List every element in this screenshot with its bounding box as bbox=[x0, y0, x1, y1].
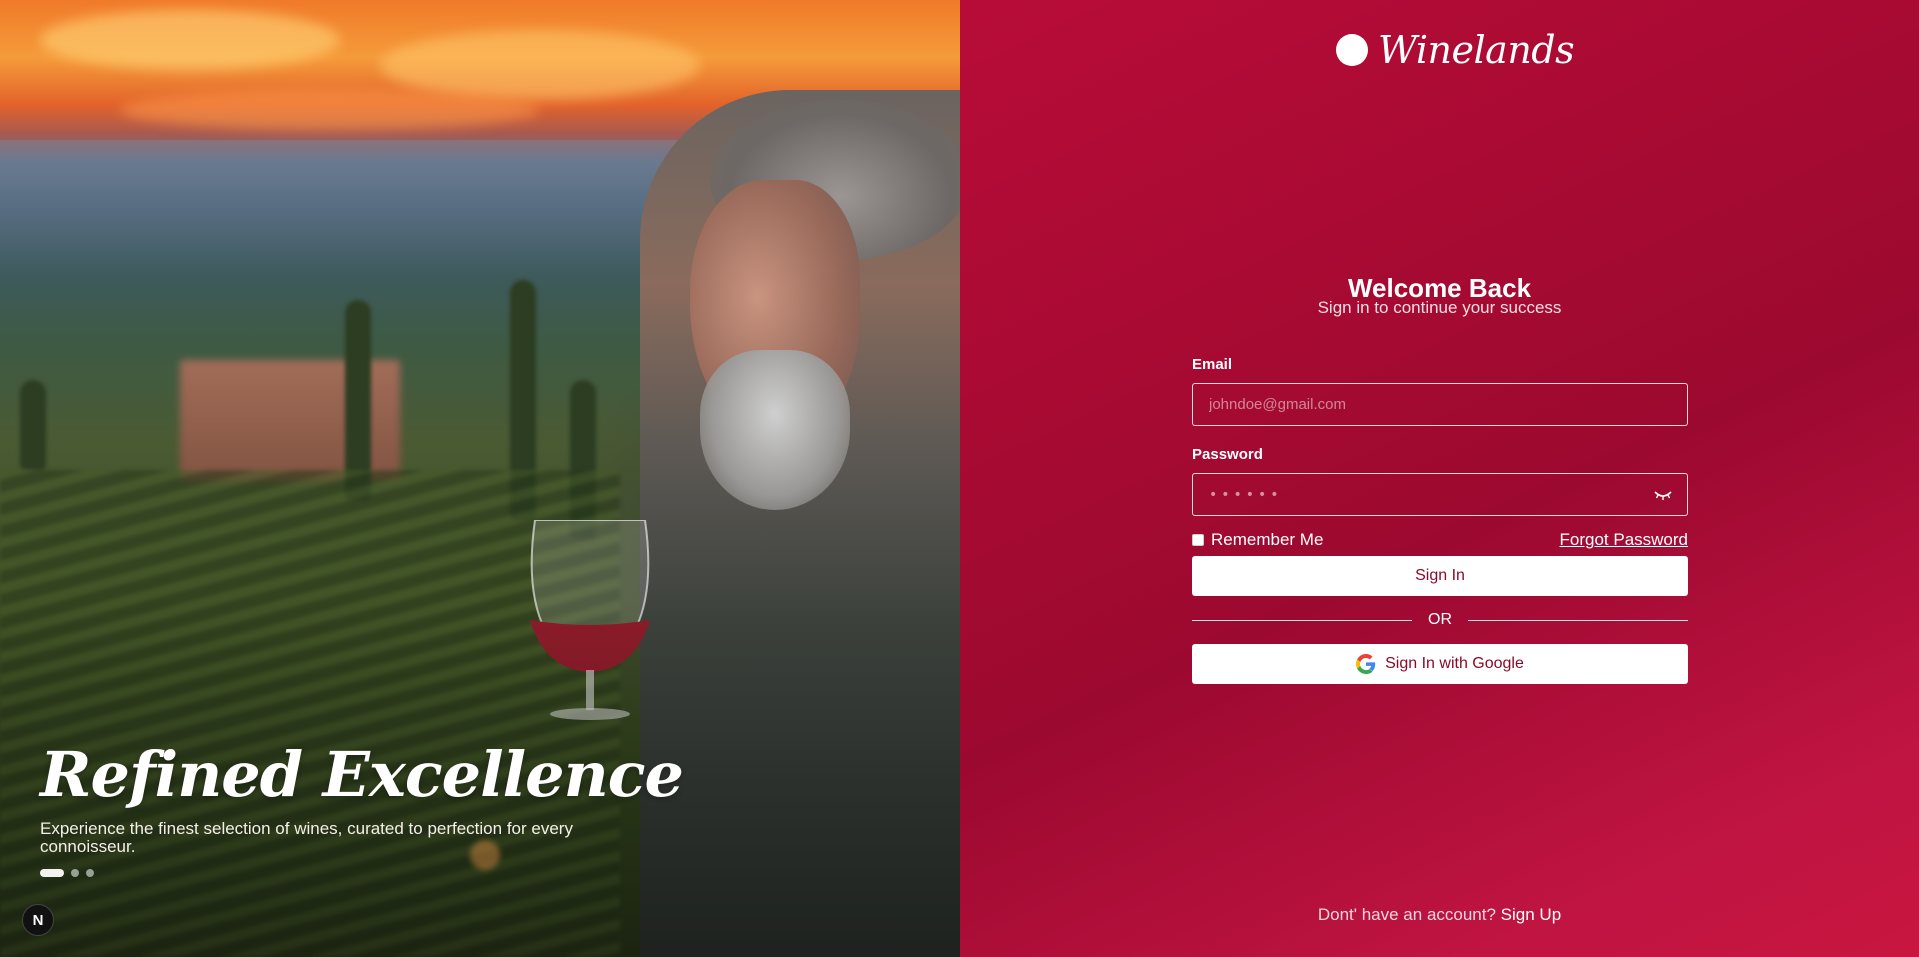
or-divider: OR bbox=[1192, 610, 1688, 630]
signup-link[interactable]: Sign Up bbox=[1501, 905, 1561, 924]
signup-prompt-text: Dont' have an account? bbox=[1317, 905, 1496, 924]
divider-line bbox=[1468, 619, 1688, 621]
remember-me-label: Remember Me bbox=[1211, 530, 1324, 549]
forgot-password-link[interactable]: Forgot Password bbox=[1560, 530, 1689, 550]
cypress-tree bbox=[20, 380, 46, 470]
hero-panel: Refined Excellence Experience the finest… bbox=[0, 0, 960, 957]
signin-form: Email Password •••••• Remember Me Forgot… bbox=[1192, 356, 1688, 684]
password-field[interactable]: •••••• bbox=[1209, 487, 1283, 503]
email-field-wrapper bbox=[1192, 383, 1688, 426]
brand-name: Winelands bbox=[1378, 28, 1575, 72]
divider-line bbox=[1192, 619, 1412, 621]
password-field-wrapper: •••••• bbox=[1192, 473, 1688, 516]
google-signin-button[interactable]: Sign In with Google bbox=[1192, 644, 1688, 684]
signin-button-label: Sign In bbox=[1415, 567, 1465, 584]
hero-subtitle: Experience the finest selection of wines… bbox=[40, 819, 573, 856]
remember-me[interactable]: Remember Me bbox=[1192, 530, 1323, 550]
man-beard bbox=[700, 350, 850, 510]
eye-closed-icon[interactable] bbox=[1653, 486, 1673, 504]
brand-logo-icon bbox=[1336, 34, 1368, 66]
carousel-indicators bbox=[40, 869, 94, 877]
brand: Winelands bbox=[1336, 28, 1575, 72]
sky-cloud bbox=[380, 30, 700, 100]
auth-subtitle: Sign in to continue your success bbox=[1317, 298, 1562, 317]
signup-prompt: Dont' have an account? Sign Up bbox=[960, 905, 1919, 925]
carousel-dot-2[interactable] bbox=[71, 869, 79, 877]
carousel-dot-3[interactable] bbox=[86, 869, 94, 877]
remember-me-checkbox[interactable] bbox=[1192, 534, 1204, 546]
sky-cloud bbox=[40, 10, 340, 70]
nextjs-dev-badge[interactable]: N bbox=[22, 904, 54, 936]
google-signin-label: Sign In with Google bbox=[1385, 655, 1524, 672]
google-icon bbox=[1356, 654, 1376, 674]
auth-panel: Winelands Welcome Back Sign in to contin… bbox=[960, 0, 1919, 957]
email-label: Email bbox=[1192, 356, 1233, 373]
signin-options: Remember Me Forgot Password bbox=[1192, 530, 1688, 550]
password-label: Password bbox=[1192, 446, 1263, 463]
sky-cloud bbox=[120, 90, 540, 130]
or-text: OR bbox=[1428, 611, 1452, 628]
signin-button[interactable]: Sign In bbox=[1192, 556, 1688, 596]
carousel-dot-1[interactable] bbox=[40, 869, 64, 877]
hero-title: Refined Excellence bbox=[40, 738, 684, 811]
email-field[interactable] bbox=[1209, 396, 1671, 413]
